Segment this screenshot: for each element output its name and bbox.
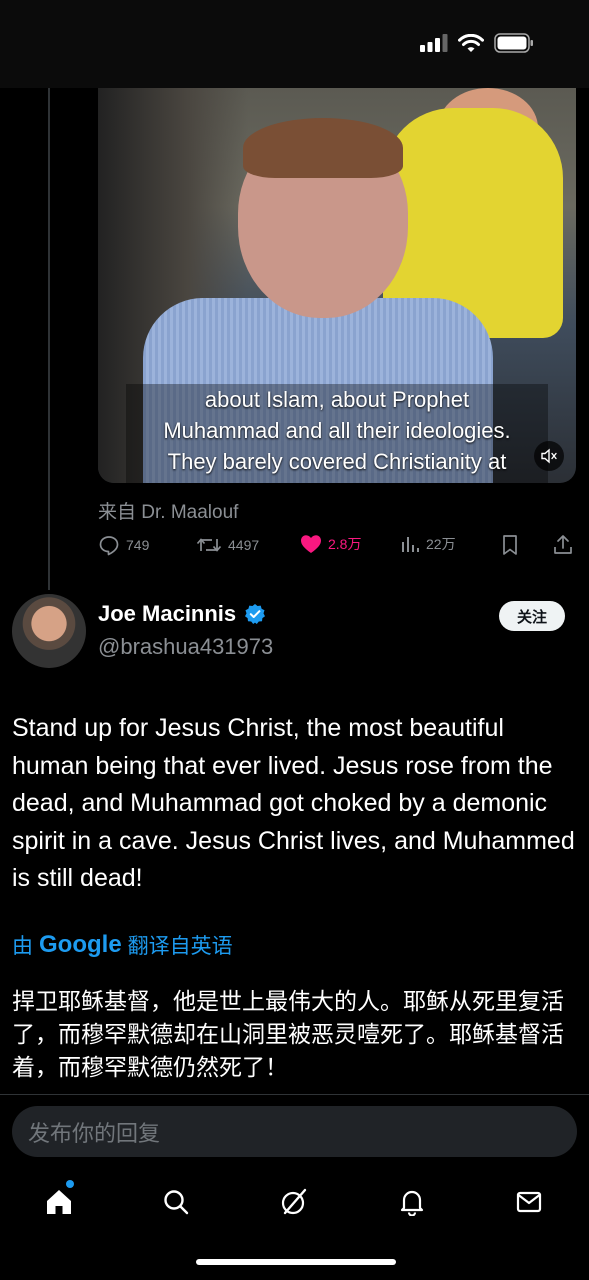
status-bar bbox=[0, 0, 589, 88]
bookmark-button[interactable] bbox=[500, 534, 520, 556]
reply-count: 749 bbox=[126, 537, 150, 553]
author-handle[interactable]: @brashua431973 bbox=[98, 634, 273, 660]
divider bbox=[0, 1094, 589, 1095]
share-icon bbox=[554, 535, 572, 554]
home-indicator[interactable] bbox=[196, 1259, 396, 1265]
video-media[interactable]: about Islam, about Prophet Muhammad and … bbox=[98, 88, 576, 483]
search-icon bbox=[164, 1190, 189, 1215]
heart-filled-icon bbox=[301, 535, 321, 553]
views-icon bbox=[402, 537, 419, 552]
mute-icon bbox=[541, 448, 557, 464]
caption-line: They barely covered Christianity at bbox=[167, 449, 507, 474]
grok-icon bbox=[281, 1188, 307, 1215]
source-attribution[interactable]: 来自 Dr. Maalouf bbox=[98, 497, 238, 524]
tab-messages[interactable] bbox=[513, 1186, 545, 1218]
tab-notifications[interactable] bbox=[396, 1186, 428, 1218]
bookmark-icon bbox=[503, 535, 517, 555]
home-icon bbox=[47, 1190, 71, 1214]
reply-input[interactable]: 发布你的回复 bbox=[12, 1106, 577, 1157]
tab-home[interactable] bbox=[43, 1186, 75, 1218]
translated-text: 捍卫耶稣基督，他是世上最伟大的人。耶稣从死里复活了，而穆罕默德却在山洞里被恶灵噎… bbox=[12, 988, 564, 1080]
reply-icon bbox=[99, 536, 119, 556]
like-button[interactable]: 2.8万 bbox=[300, 534, 361, 554]
translation-attribution[interactable]: 由 Google 翻译自英语 bbox=[12, 930, 233, 960]
thread-line bbox=[48, 88, 50, 590]
video-caption: about Islam, about Prophet Muhammad and … bbox=[98, 384, 576, 477]
views-button[interactable]: 22万 bbox=[400, 534, 456, 554]
signal-icon bbox=[420, 34, 448, 52]
speaker-hair bbox=[243, 118, 403, 178]
share-button[interactable] bbox=[552, 534, 574, 556]
caption-line: Muhammad and all their ideologies. bbox=[163, 418, 511, 443]
mute-button[interactable] bbox=[534, 441, 564, 471]
tab-search[interactable] bbox=[160, 1186, 192, 1218]
translation-by: 由 bbox=[12, 935, 33, 958]
view-count: 22万 bbox=[426, 536, 456, 552]
repost-icon bbox=[196, 538, 222, 552]
notifications-icon bbox=[400, 1190, 424, 1216]
repost-count: 4497 bbox=[228, 537, 260, 553]
verified-badge-icon bbox=[245, 604, 266, 624]
follow-button[interactable]: 关注 bbox=[499, 601, 565, 631]
post-text: Stand up for Jesus Christ, the most beau… bbox=[12, 714, 575, 892]
repost-button[interactable]: 4497 bbox=[196, 534, 259, 556]
avatar[interactable] bbox=[12, 594, 86, 668]
author-name-row[interactable]: Joe Macinnis bbox=[98, 601, 266, 627]
status-icons bbox=[420, 33, 534, 53]
translation-label: 翻译自英语 bbox=[127, 935, 233, 958]
action-bar: 749 4497 2.8万 22万 bbox=[98, 534, 576, 562]
battery-icon bbox=[494, 33, 533, 53]
reply-button[interactable]: 749 bbox=[98, 534, 149, 556]
wifi-icon bbox=[458, 33, 484, 52]
home-notification-dot bbox=[66, 1180, 74, 1188]
messages-icon bbox=[516, 1191, 542, 1213]
google-logo: Google bbox=[39, 931, 122, 958]
like-count: 2.8万 bbox=[328, 536, 362, 552]
tab-grok[interactable] bbox=[278, 1186, 310, 1218]
author-name: Joe Macinnis bbox=[98, 601, 237, 626]
caption-line: about Islam, about Prophet bbox=[204, 387, 470, 412]
